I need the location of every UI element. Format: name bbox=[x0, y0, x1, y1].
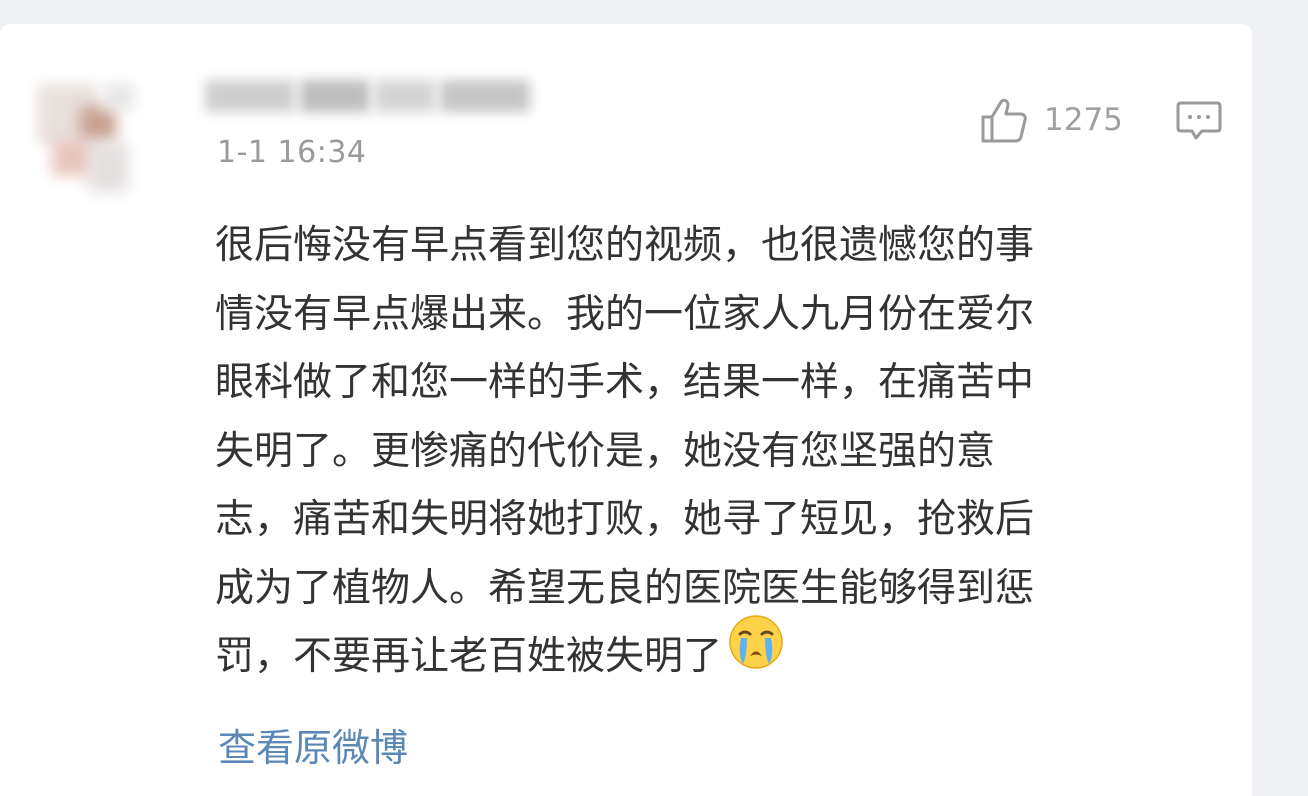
comment-text: 很后悔没有早点看到您的视频，也很遗憾您的事 情没有早点爆出来。我的一位家人九月份… bbox=[215, 212, 1195, 692]
crying-face-emoji bbox=[728, 614, 784, 693]
username-blurred[interactable] bbox=[205, 76, 535, 118]
comment-card: 1-1 16:34 1275 很后悔没有早点看到您的视频，也很遗憾您的事 情没有… bbox=[0, 24, 1252, 796]
comment-text-line: 志，痛苦和失明将她打败，她寻了短见，抢救后 bbox=[215, 497, 1035, 542]
comment-text-line: 很后悔没有早点看到您的视频，也很遗憾您的事 bbox=[215, 223, 1035, 268]
avatar[interactable] bbox=[18, 64, 158, 214]
comment-last-line: 罚，不要再让老百姓被失明了 bbox=[215, 615, 1195, 692]
like-count: 1275 bbox=[1044, 102, 1123, 138]
comment-bubble-icon[interactable] bbox=[1176, 100, 1222, 142]
comment-text-line: 情没有早点爆出来。我的一位家人九月份在爱尔 bbox=[215, 291, 1035, 337]
comment-text-line: 罚，不要再让老百姓被失明了 bbox=[215, 634, 723, 679]
view-original-weibo-link[interactable]: 查看原微博 bbox=[218, 717, 408, 772]
comment-text-line: 失明了。更惨痛的代价是，她没有您坚强的意 bbox=[215, 428, 996, 474]
thumbs-up-icon[interactable] bbox=[980, 98, 1028, 144]
comment-text-line: 眼科做了和您一样的手术，结果一样，在痛苦中 bbox=[215, 360, 1035, 405]
comment-text-line: 成为了植物人。希望无良的医院医生能够得到惩 bbox=[215, 565, 1035, 611]
comment-timestamp: 1-1 16:34 bbox=[217, 135, 367, 170]
